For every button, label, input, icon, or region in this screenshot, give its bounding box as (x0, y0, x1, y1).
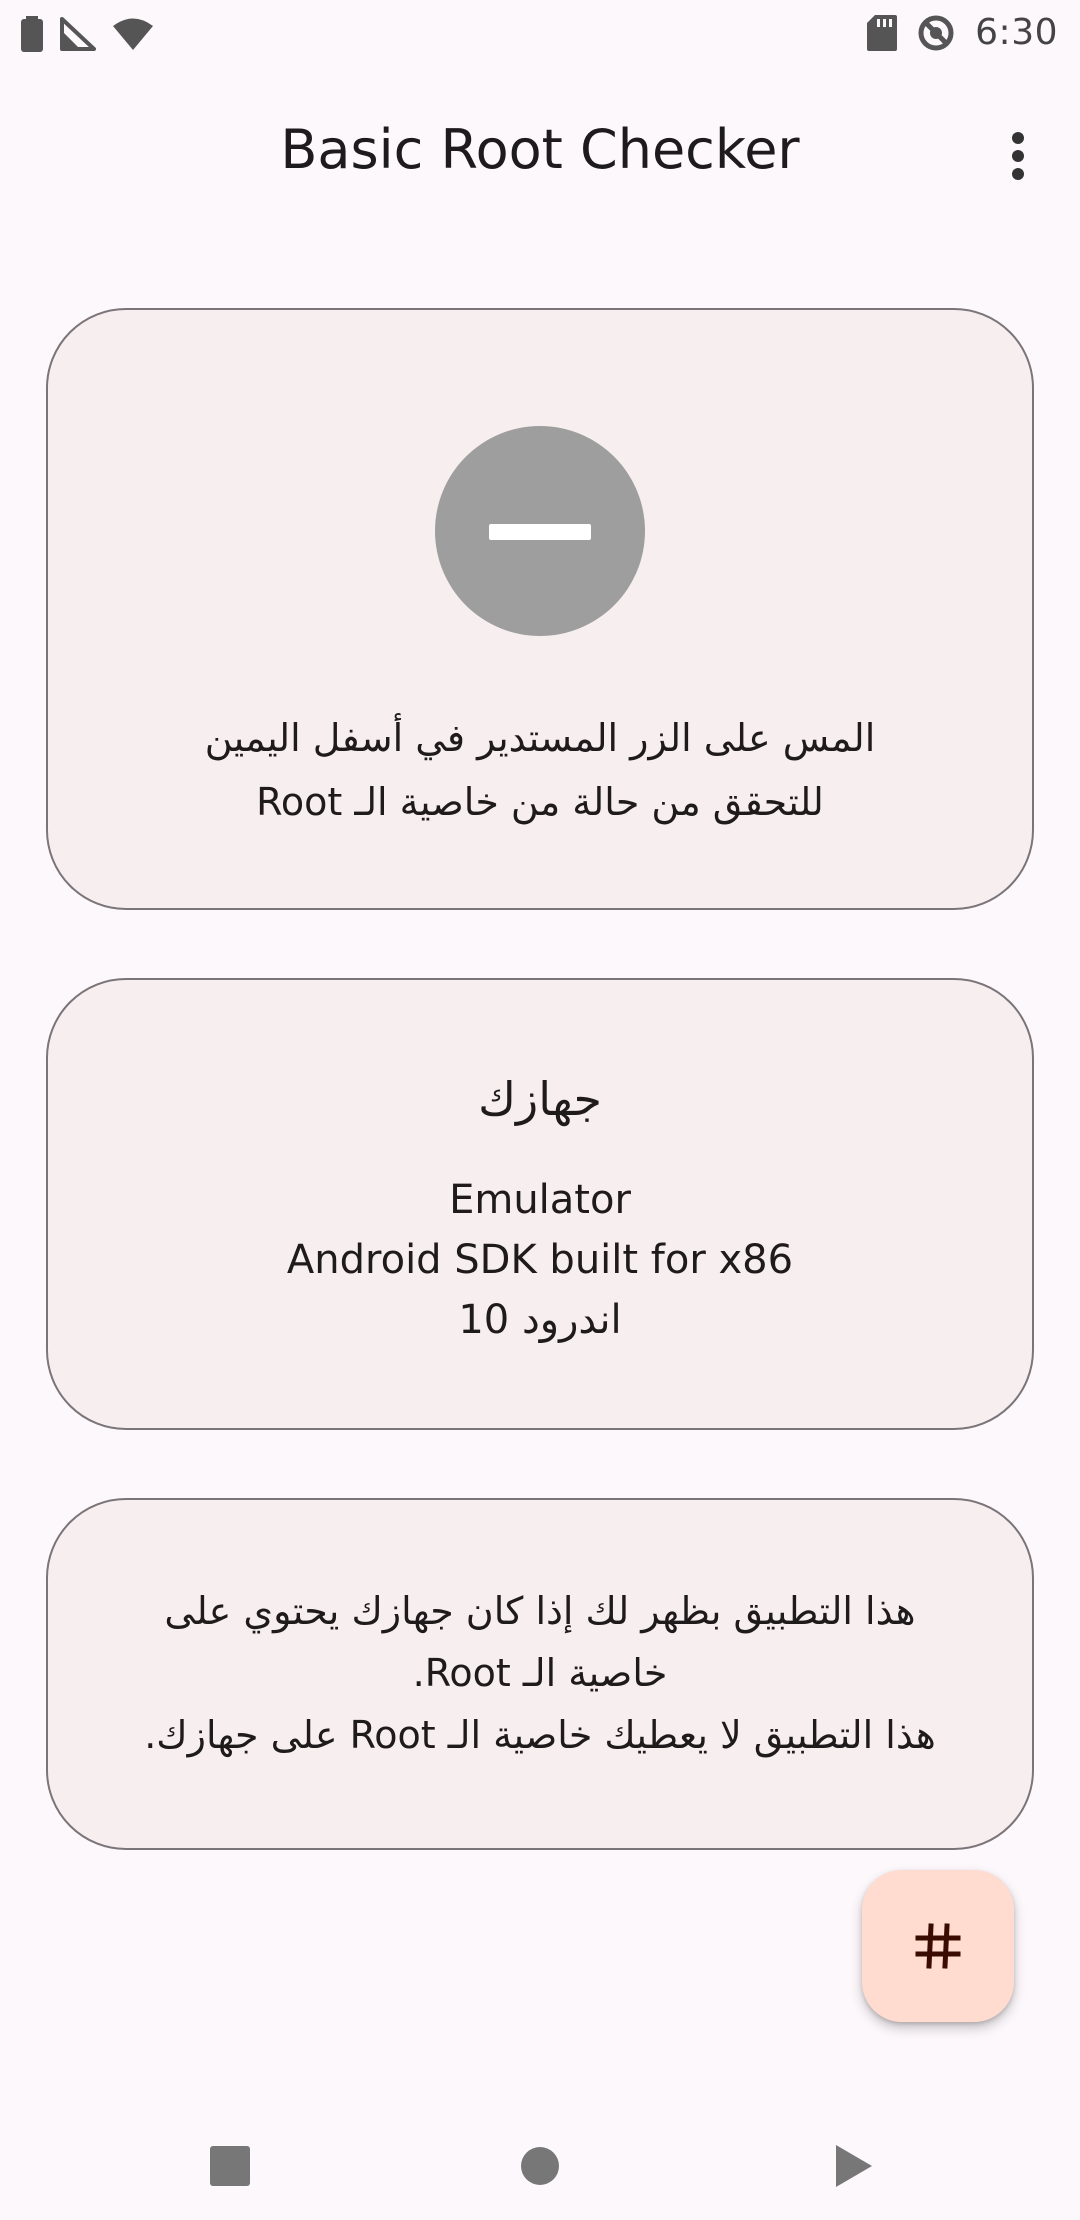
status-instructions: المس على الزر المستدير في أسفل اليمين لل… (108, 706, 972, 834)
device-details: Emulator Android SDK built for x86 اندرو… (48, 1170, 1032, 1350)
instruction-line-1: المس على الزر المستدير في أسفل اليمين (204, 716, 876, 760)
info-line-3: هذا التطبيق لا يعطيك خاصية الـ Root على … (144, 1713, 936, 1757)
back-icon (832, 2143, 876, 2189)
instruction-line-2: للتحقق من حالة من خاصية الـ Root (256, 780, 824, 824)
status-dash (489, 524, 591, 540)
status-bar-time: 6:30 (975, 12, 1058, 53)
recents-icon (208, 2144, 252, 2188)
home-icon (518, 2144, 562, 2188)
do-not-disturb-icon (917, 14, 955, 52)
overflow-menu-button[interactable] (982, 120, 1054, 192)
status-bar: 6:30 (0, 0, 1080, 68)
device-product: Android SDK built for x86 (286, 1237, 794, 1283)
home-button[interactable] (508, 2134, 572, 2198)
signal-icon (60, 17, 96, 51)
device-info-card: جهازك Emulator Android SDK built for x86… (46, 978, 1034, 1430)
check-root-fab[interactable] (862, 1870, 1014, 2022)
info-line-2: خاصية الـ Root. (412, 1651, 668, 1695)
hash-icon (914, 1922, 962, 1970)
app-title: Basic Root Checker (280, 118, 800, 181)
root-status-card: المس على الزر المستدير في أسفل اليمين لل… (46, 308, 1034, 910)
system-navigation-bar (0, 2110, 1080, 2220)
recents-button[interactable] (198, 2134, 262, 2198)
wifi-icon (112, 17, 154, 51)
app-info-card: هذا التطبيق بظهر لك إذا كان جهازك يحتوي … (46, 1498, 1034, 1850)
status-bar-right: 6:30 (867, 12, 1058, 53)
more-vert-icon (1011, 132, 1025, 180)
sd-card-icon (867, 14, 898, 51)
status-bar-left (20, 16, 154, 52)
battery-icon (20, 16, 44, 52)
android-version: اندرود 10 (458, 1297, 622, 1343)
back-button[interactable] (822, 2134, 886, 2198)
app-bar: Basic Root Checker (0, 100, 1080, 208)
device-heading: جهازك (478, 1072, 602, 1126)
info-text: هذا التطبيق بظهر لك إذا كان جهازك يحتوي … (118, 1580, 962, 1766)
device-model: Emulator (449, 1177, 631, 1223)
info-line-1: هذا التطبيق بظهر لك إذا كان جهازك يحتوي … (164, 1589, 916, 1633)
minus-circle-icon (435, 426, 645, 636)
